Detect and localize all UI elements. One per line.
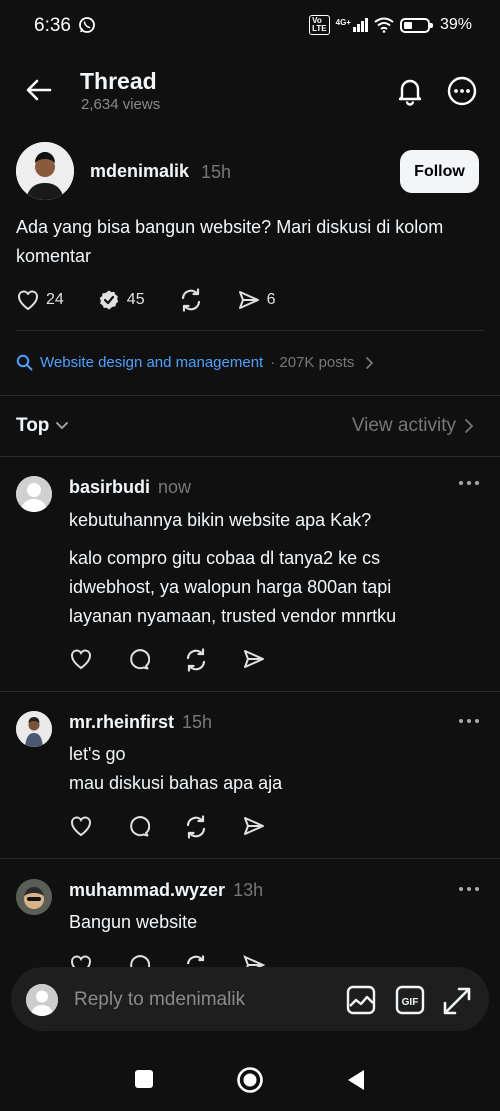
verified-comment-icon [97, 288, 121, 312]
comment-more-icon[interactable] [458, 716, 480, 726]
like-button[interactable]: 24 [16, 288, 64, 312]
battery-icon [399, 17, 433, 33]
post-time: 15h [201, 162, 232, 182]
comment-text: let's go [69, 744, 126, 764]
sort-label: Top [16, 415, 50, 436]
network-type: 4G+ [335, 18, 351, 27]
comment-button[interactable]: 45 [97, 288, 145, 312]
divider [16, 330, 484, 331]
heart-icon[interactable] [69, 814, 93, 840]
comment-header: mr.rheinfirst 15h [69, 712, 212, 733]
post-actions: 24 45 6 [16, 287, 309, 313]
signal-icon: 4G+ [336, 18, 368, 32]
comment-actions [69, 953, 266, 967]
comment-bubble-icon[interactable] [126, 647, 150, 673]
comment-divider [0, 691, 500, 692]
comment-text: kebutuhannya bikin website apa Kak? [69, 510, 372, 530]
volte-icon: Vo LTE [309, 15, 330, 35]
nav-back-button[interactable] [346, 1068, 366, 1092]
send-icon[interactable] [242, 647, 266, 673]
back-arrow-icon[interactable] [25, 76, 53, 104]
comment-avatar[interactable] [16, 476, 52, 512]
recent-apps-button[interactable] [135, 1070, 153, 1088]
heart-icon[interactable] [69, 647, 93, 673]
comment-author[interactable]: muhammad.wyzer [69, 880, 225, 901]
repost-icon [178, 287, 204, 313]
topic-name[interactable]: Website design and management [40, 354, 263, 371]
chevron-down-icon [55, 421, 69, 431]
repost-icon[interactable] [183, 647, 209, 673]
comment-header: muhammad.wyzer 13h [69, 880, 263, 901]
gif-label: GIF [402, 997, 419, 1008]
whatsapp-icon [78, 16, 96, 34]
comment-avatar[interactable] [16, 711, 52, 747]
comment-more-icon[interactable] [458, 884, 480, 894]
like-count: 24 [46, 291, 64, 308]
share-button[interactable]: 6 [237, 288, 276, 312]
comment-text: mau diskusi bahas apa aja [69, 773, 283, 793]
page-title: Thread [80, 68, 157, 94]
comment-header: basirbudi now [69, 477, 191, 498]
section-divider [0, 456, 500, 457]
comment-bubble-icon[interactable] [126, 814, 150, 840]
expand-icon[interactable] [442, 984, 472, 1016]
follow-button[interactable]: Follow [400, 150, 479, 193]
comment-text: kalo compro gitu cobaa dl tanya2 ke cs i… [69, 548, 397, 626]
chevron-right-icon [365, 356, 375, 370]
chevron-right-icon [464, 418, 474, 434]
comment-actions [69, 814, 266, 840]
status-bar: 6:36 Vo LTE 4G+ 39% [0, 0, 500, 52]
status-time: 6:36 [34, 15, 71, 36]
comment-time: 15h [182, 712, 213, 732]
comment-time: now [158, 477, 192, 497]
topic-count: · 207K posts [270, 354, 355, 371]
bell-icon[interactable] [395, 76, 425, 106]
comment-bubble-icon[interactable] [126, 953, 150, 967]
repost-icon[interactable] [183, 814, 209, 840]
view-count: 2,634 views [81, 96, 161, 113]
comment-avatar[interactable] [16, 879, 52, 915]
battery-percent: 39% [439, 16, 472, 33]
comment-actions [69, 647, 266, 673]
heart-icon [16, 288, 40, 312]
comment-count: 45 [126, 291, 145, 308]
comment-text: Bangun website [69, 912, 198, 932]
reply-input[interactable]: Reply to mdenimalik [74, 989, 245, 1011]
send-icon[interactable] [242, 953, 266, 967]
wifi-icon [374, 17, 394, 33]
search-icon [16, 354, 33, 371]
sort-dropdown[interactable]: Top [16, 415, 69, 437]
post-text: Ada yang bisa bangun website? Mari disku… [16, 217, 444, 266]
repost-button[interactable] [178, 287, 204, 313]
comment-more-icon[interactable] [458, 478, 480, 488]
status-right: Vo LTE 4G+ 39% [309, 15, 472, 35]
author-avatar[interactable] [16, 142, 74, 200]
author-name[interactable]: mdenimalik [90, 161, 189, 182]
share-count: 6 [266, 291, 276, 308]
send-icon[interactable] [242, 814, 266, 840]
image-icon[interactable] [345, 984, 377, 1016]
gif-icon[interactable]: GIF [395, 984, 425, 1016]
comment-author[interactable]: basirbudi [69, 477, 150, 498]
comment-author[interactable]: mr.rheinfirst [69, 712, 174, 733]
home-button[interactable] [236, 1066, 264, 1094]
comment-divider [0, 858, 500, 859]
heart-icon[interactable] [69, 953, 93, 967]
view-activity-label: View activity [351, 415, 456, 436]
comment-time: 13h [233, 880, 264, 900]
repost-icon[interactable] [183, 953, 209, 967]
view-activity-link[interactable]: View activity [352, 415, 474, 437]
topic-link[interactable]: Website design and management · 207K pos… [16, 354, 375, 371]
send-icon [237, 288, 261, 312]
reply-avatar [26, 984, 58, 1016]
more-options-icon[interactable] [446, 75, 478, 107]
section-divider [0, 395, 500, 396]
